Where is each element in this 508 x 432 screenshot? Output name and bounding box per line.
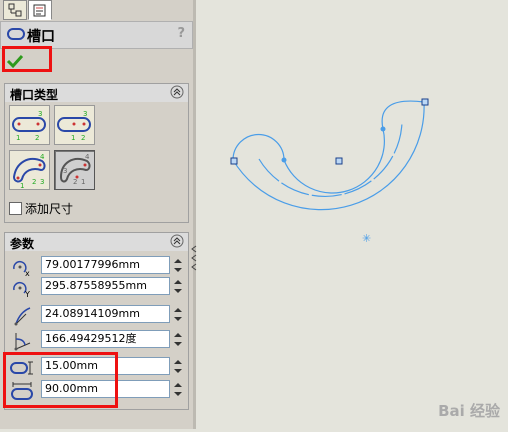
panel-tabs — [0, 0, 193, 20]
svg-text:2: 2 — [32, 178, 36, 186]
svg-text:Y: Y — [24, 290, 30, 298]
svg-text:3: 3 — [83, 110, 87, 118]
centerpoint-arc-slot-button[interactable]: 1 2 3 4 — [54, 150, 95, 190]
svg-text:3: 3 — [63, 167, 67, 175]
straight-slot-icon: 1 2 3 — [12, 110, 46, 142]
add-dimensions-checkbox[interactable] — [9, 202, 22, 215]
center-x-spinner[interactable] — [172, 256, 184, 275]
arc-radius-spinner[interactable] — [172, 305, 184, 324]
param-row-center-y: Y 295.87558955mm — [4, 276, 187, 298]
slot-length-spinner[interactable] — [172, 380, 184, 399]
arc-center-handle[interactable] — [335, 157, 343, 165]
graphics-area[interactable]: ✳ Bai 经验 — [196, 0, 508, 429]
help-button[interactable]: ? — [177, 26, 185, 41]
arc-angle-spinner[interactable] — [172, 330, 184, 349]
svg-text:2: 2 — [73, 178, 77, 186]
arc-midpoint-marker[interactable]: ✳ — [362, 232, 371, 245]
slot-point[interactable] — [380, 126, 386, 132]
arc-angle-input[interactable]: 166.49429512度 — [41, 330, 170, 348]
highlight-box-ok — [2, 46, 52, 72]
param-row-angle: 166.49429512度 — [4, 329, 187, 351]
svg-text:1: 1 — [20, 182, 24, 189]
slot-endpoint-handle[interactable] — [421, 98, 429, 106]
centerpoint-slot-icon: 1 2 3 — [57, 110, 91, 142]
property-manager: 槽口 ? 槽口类型 1 2 3 1 2 3 1 2 3 4 1 2 3 4 添加… — [0, 0, 193, 429]
tab-property-manager[interactable] — [28, 0, 52, 20]
svg-text:3: 3 — [38, 110, 42, 118]
group-params-title: 参数 — [10, 237, 35, 251]
arc-radius-input[interactable]: 24.08914109mm — [41, 305, 170, 323]
arc-angle-icon — [14, 333, 31, 351]
svg-text:4: 4 — [40, 153, 45, 161]
straight-slot-button[interactable]: 1 2 3 — [9, 105, 50, 145]
slot-width-spinner[interactable] — [172, 357, 184, 376]
tab-feature-tree[interactable] — [3, 0, 27, 20]
center-y-icon: Y — [13, 281, 30, 298]
param-row-radius: 24.08914109mm — [4, 304, 187, 326]
slot-left-cap[interactable] — [232, 133, 285, 161]
svg-text:1: 1 — [16, 134, 20, 142]
svg-text:2: 2 — [35, 134, 39, 142]
group-params-header[interactable]: 参数 — [4, 232, 189, 252]
collapse-chevron-icon[interactable] — [170, 234, 184, 248]
center-x-input[interactable]: 79.00177996mm — [41, 256, 170, 274]
center-x-icon: x — [13, 260, 30, 277]
feature-title: 槽口 — [27, 29, 55, 45]
slot-endpoint-handle[interactable] — [230, 157, 238, 165]
add-dimensions-label: 添加尺寸 — [25, 202, 74, 216]
center-y-spinner[interactable] — [172, 277, 184, 296]
svg-text:4: 4 — [85, 153, 90, 161]
highlight-box-params — [3, 352, 118, 408]
svg-text:2: 2 — [81, 134, 85, 142]
feature-header: 槽口 ? — [0, 21, 193, 49]
sketch-canvas[interactable]: ✳ — [196, 0, 508, 429]
group-slot-type-title: 槽口类型 — [10, 88, 59, 102]
svg-text:1: 1 — [71, 134, 75, 142]
center-y-input[interactable]: 295.87558955mm — [41, 277, 170, 295]
centerpoint-slot-button[interactable]: 1 2 3 — [54, 105, 95, 145]
svg-text:3: 3 — [40, 178, 44, 186]
arc-slot-3pt-icon: 1 2 3 4 — [12, 153, 46, 190]
arc-radius-icon — [14, 307, 31, 326]
slot-inner-arc[interactable] — [283, 128, 386, 194]
slot-icon — [7, 28, 25, 40]
centerpoint-arc-slot-icon: 1 2 3 4 — [59, 153, 91, 186]
slot-right-cap[interactable] — [381, 100, 425, 130]
property-manager-icon — [33, 4, 46, 17]
param-row-center-x: x 79.00177996mm — [4, 255, 187, 277]
feature-tree-icon — [8, 3, 22, 17]
svg-text:1: 1 — [81, 178, 85, 186]
arc-slot-3pt-button[interactable]: 1 2 3 4 — [9, 150, 50, 190]
collapse-chevron-icon[interactable] — [170, 85, 184, 99]
slot-point[interactable] — [281, 157, 287, 163]
group-slot-type-header[interactable]: 槽口类型 — [4, 83, 189, 103]
watermark: Bai 经验 — [438, 402, 500, 420]
